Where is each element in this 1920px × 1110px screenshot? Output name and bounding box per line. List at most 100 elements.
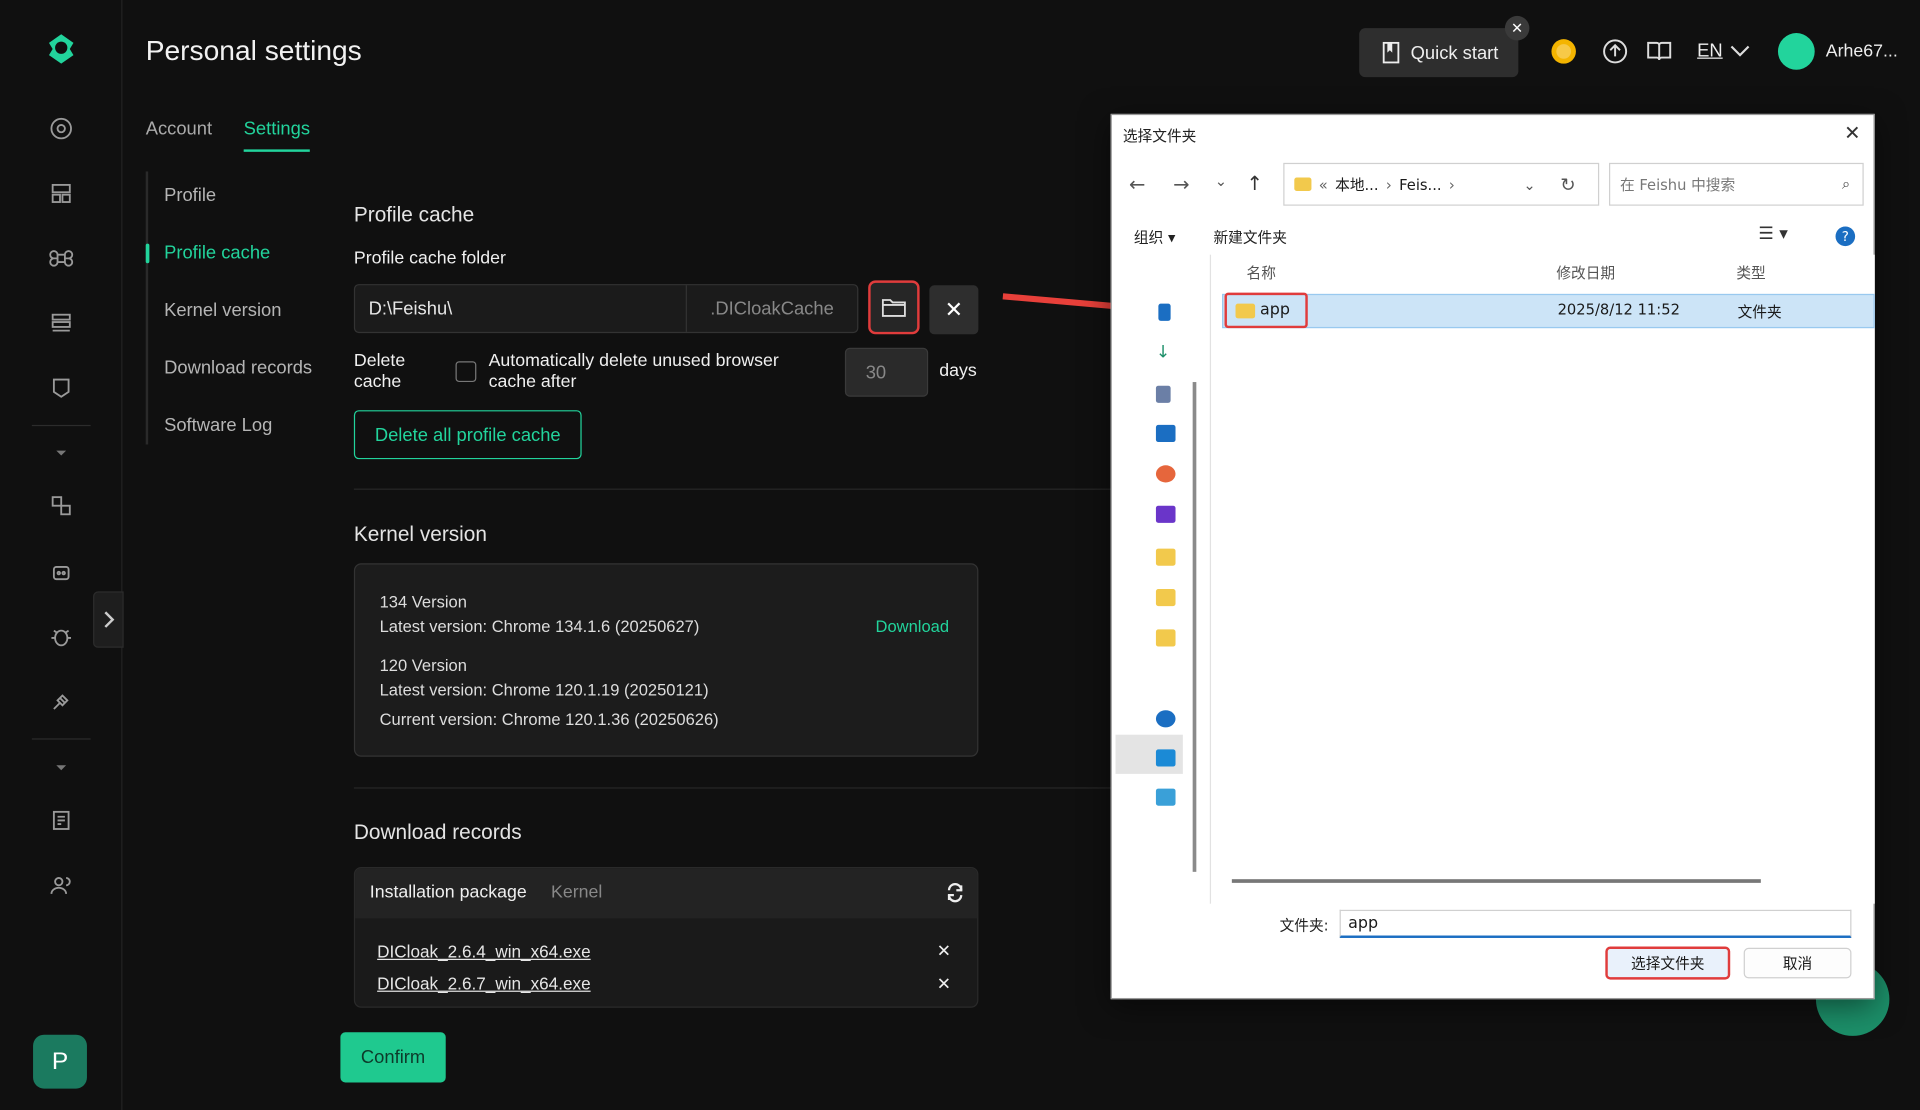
remove-file-icon[interactable]: ✕	[937, 940, 951, 961]
breadcrumb-feishu[interactable]: Feis...	[1399, 176, 1441, 193]
nav-scrollbar[interactable]	[1192, 382, 1197, 872]
column-type[interactable]: 类型	[1736, 262, 1765, 283]
quick-start-button[interactable]: Quick start	[1359, 28, 1519, 78]
kernel-card: 134 Version Latest version: Chrome 134.1…	[353, 563, 979, 757]
profile-cache-folder-label: Profile cache folder	[353, 248, 506, 269]
subnav-profile[interactable]: Profile	[164, 185, 216, 206]
auto-delete-checkbox[interactable]	[455, 361, 477, 383]
tab-account[interactable]: Account	[146, 119, 212, 140]
bug-icon[interactable]	[49, 624, 73, 648]
column-date[interactable]: 修改日期	[1556, 262, 1615, 283]
breadcrumb-sep-icon: ›	[1385, 175, 1392, 193]
breadcrumb-sep-icon: ›	[1448, 175, 1455, 193]
column-name[interactable]: 名称	[1247, 262, 1276, 283]
delete-cache-label: Delete cache	[353, 351, 406, 392]
divider-2	[353, 787, 1126, 789]
list-icon[interactable]	[49, 311, 73, 335]
search-input[interactable]: 在 Feishu 中搜索 ⌕	[1608, 162, 1864, 206]
v134-title: 134 Version	[379, 592, 467, 612]
delete-all-cache-button[interactable]: Delete all profile cache	[353, 410, 582, 460]
profile-cache-folder-field[interactable]: D:\Feishu\ .DICloakCache	[353, 284, 859, 334]
forward-arrow-icon[interactable]: →	[1173, 173, 1189, 196]
close-quick-start-icon[interactable]: ✕	[1504, 15, 1530, 41]
chevron-down-icon[interactable]	[1729, 42, 1751, 59]
up-arrow-icon[interactable]: ↑	[1247, 171, 1263, 194]
download-kernel-link[interactable]: Download	[876, 617, 950, 635]
refresh-icon[interactable]: ↻	[1560, 173, 1575, 195]
downloads-icon: ↓	[1155, 342, 1171, 363]
team-icon[interactable]	[49, 181, 73, 205]
workspace-avatar[interactable]: P	[33, 1034, 87, 1089]
page-title: Personal settings	[145, 34, 362, 67]
folder-open-icon	[881, 299, 906, 317]
quick-start-label: Quick start	[1410, 42, 1499, 64]
collapse-arrow-icon[interactable]	[49, 441, 73, 465]
new-folder-button[interactable]: 新建文件夹	[1213, 227, 1286, 248]
docs-icon[interactable]	[1646, 38, 1673, 65]
coin-icon[interactable]	[1550, 38, 1577, 65]
confirm-button[interactable]: Confirm	[340, 1032, 446, 1083]
robot-icon[interactable]	[49, 560, 73, 584]
download-records-card: Installation package Kernel DICloak_2.6.…	[353, 866, 979, 1008]
tab-installation-package[interactable]: Installation package	[370, 883, 527, 903]
language-selector[interactable]: EN	[1697, 40, 1723, 61]
subnav-profile-cache[interactable]: Profile cache	[164, 242, 270, 263]
plugin-icon[interactable]	[49, 689, 73, 713]
sync-icon[interactable]	[49, 493, 73, 517]
refresh-icon[interactable]	[945, 883, 965, 903]
back-arrow-icon[interactable]: ←	[1129, 173, 1145, 196]
dialog-close-icon[interactable]: ✕	[1844, 121, 1860, 144]
download-file-link[interactable]: DICloak_2.6.4_win_x64.exe	[377, 942, 590, 962]
folder-field-label: 文件夹:	[1279, 917, 1329, 935]
breadcrumb-local[interactable]: 本地...	[1335, 174, 1378, 195]
days-input[interactable]: 30	[844, 347, 929, 397]
address-dropdown-icon[interactable]: ⌄	[1523, 176, 1535, 193]
folder-path-suffix: .DICloakCache	[710, 298, 834, 319]
help-icon[interactable]: ?	[1835, 226, 1856, 247]
cancel-button[interactable]: 取消	[1743, 947, 1852, 979]
remove-file-icon[interactable]: ✕	[937, 973, 951, 994]
collapse-arrow-icon-2[interactable]	[49, 756, 73, 780]
download-tabs: Installation package Kernel	[355, 868, 978, 919]
profile-cache-heading: Profile cache	[353, 203, 475, 227]
horizontal-scrollbar[interactable]	[1231, 879, 1761, 883]
left-rail: P	[0, 0, 123, 1110]
dialog-title: 选择文件夹	[1122, 127, 1197, 145]
file-date: 2025/8/12 11:52	[1557, 301, 1680, 319]
browser-icon[interactable]	[49, 116, 73, 140]
v120-current: Current version: Chrome 120.1.36 (202506…	[379, 710, 719, 729]
file-type: 文件夹	[1737, 303, 1782, 321]
subnav-active-indicator	[145, 243, 150, 264]
clear-folder-button[interactable]: ✕	[929, 285, 979, 335]
address-bar[interactable]: « 本地... › Feis... › ⌄ ↻	[1283, 162, 1600, 206]
days-unit: days	[939, 361, 977, 381]
file-row[interactable]: app 2025/8/12 11:52 文件夹	[1222, 293, 1875, 329]
view-options-icon[interactable]: ☰ ▾	[1758, 224, 1787, 244]
app-logo-icon	[44, 32, 78, 66]
organize-menu[interactable]: 组织 ▾	[1134, 227, 1175, 248]
subnav-software-log[interactable]: Software Log	[164, 415, 272, 436]
folder-path-value[interactable]: D:\Feishu\	[355, 285, 687, 332]
members-icon[interactable]	[49, 873, 73, 897]
browse-folder-button[interactable]	[868, 280, 920, 335]
v120-latest: Latest version: Chrome 120.1.19 (2025012…	[379, 680, 709, 700]
download-file-link[interactable]: DICloak_2.6.7_win_x64.exe	[377, 973, 590, 993]
user-avatar[interactable]	[1777, 33, 1815, 70]
shield-icon[interactable]	[49, 376, 73, 400]
user-name[interactable]: Arhe67...	[1826, 42, 1898, 62]
divider	[353, 488, 1126, 490]
upload-icon[interactable]	[1602, 38, 1629, 65]
highlight-box	[1224, 292, 1308, 329]
expand-sidebar-button[interactable]	[93, 591, 124, 648]
notes-icon[interactable]	[49, 808, 73, 832]
select-folder-dialog: 选择文件夹 ✕ ← → ⌄ ↑ « 本地... › Feis... › ⌄ ↻ …	[1110, 113, 1875, 1000]
subnav-kernel-version[interactable]: Kernel version	[164, 300, 281, 321]
folder-name-input[interactable]: app	[1339, 909, 1852, 938]
subnav-download-records[interactable]: Download records	[164, 358, 312, 379]
tab-settings[interactable]: Settings	[243, 119, 311, 152]
select-folder-button[interactable]: 选择文件夹	[1605, 946, 1731, 980]
search-icon: ⌕	[1841, 175, 1851, 193]
recent-dropdown-icon[interactable]: ⌄	[1215, 173, 1227, 190]
tab-kernel[interactable]: Kernel	[551, 883, 602, 903]
command-icon[interactable]	[49, 246, 74, 270]
